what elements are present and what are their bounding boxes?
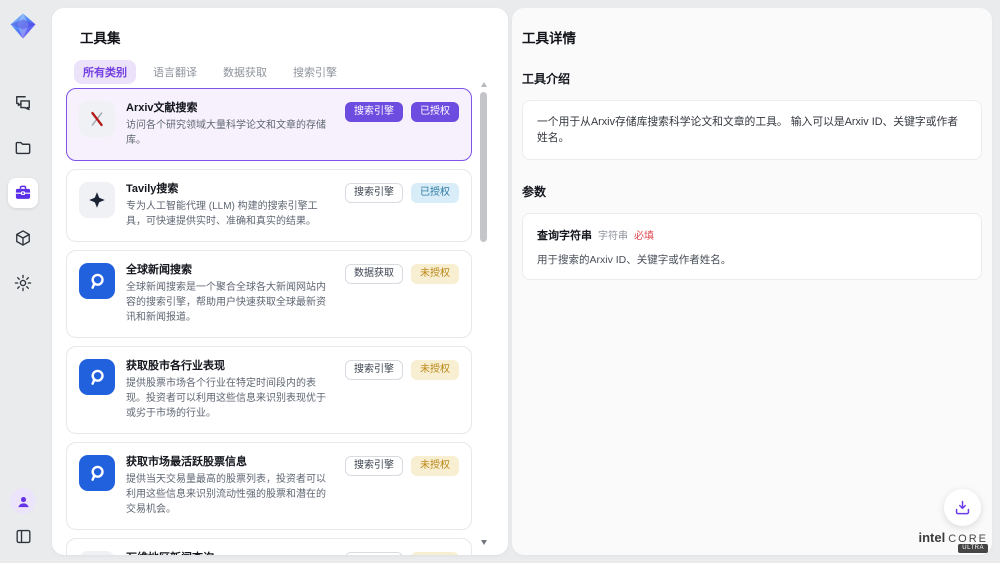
param-required-badge: 必填 bbox=[634, 231, 654, 242]
tool-name: Tavily搜索 bbox=[126, 182, 334, 196]
tool-name: 万维地区新闻查询 bbox=[126, 551, 334, 555]
tool-description: 专为人工智能代理 (LLM) 构建的搜索引擎工具，可快速提供实时、准确和真实的结… bbox=[126, 199, 334, 229]
toolbox-icon[interactable] bbox=[8, 178, 38, 208]
tool-name: 获取股市各行业表现 bbox=[126, 359, 334, 373]
auth-status-badge: 未授权 bbox=[411, 456, 459, 476]
param-description: 用于搜索的Arxiv ID、关键字或作者姓名。 bbox=[537, 252, 967, 267]
ultra-badge: Ultra bbox=[958, 544, 988, 553]
chat-icon[interactable] bbox=[8, 88, 38, 118]
intel-wordmark: intel bbox=[918, 530, 945, 545]
app-sidebar bbox=[0, 0, 46, 563]
list-scrollbar[interactable] bbox=[480, 82, 488, 545]
tool-card[interactable]: 获取市场最活跃股票信息 提供当天交易量最高的股票列表，投资者可以利用这些信息来识… bbox=[66, 442, 472, 530]
sidebar-bottom bbox=[10, 488, 36, 549]
panel-toggle-icon[interactable] bbox=[10, 523, 36, 549]
category-badge: 搜索引擎 bbox=[345, 456, 403, 476]
auth-status-badge: 已授权 bbox=[411, 183, 459, 203]
download-button[interactable] bbox=[944, 489, 981, 526]
news-search-icon bbox=[79, 263, 115, 299]
scrollbar-thumb[interactable] bbox=[480, 92, 487, 242]
category-badge: 搜索引擎 bbox=[345, 102, 403, 122]
user-avatar-icon[interactable] bbox=[10, 488, 36, 514]
param-name: 查询字符串 bbox=[537, 230, 592, 242]
details-panel: 工具详情 工具介绍 一个用于从Arxiv存储库搜索科学论文和文章的工具。 输入可… bbox=[512, 8, 992, 555]
intro-heading: 工具介绍 bbox=[522, 70, 992, 87]
settings-gear-icon[interactable] bbox=[8, 268, 38, 298]
tool-card[interactable]: Arxiv文献搜索 访问各个研究领域大量科学论文和文章的存储库。 搜索引擎 已授… bbox=[66, 88, 472, 161]
tool-card[interactable]: Tavily搜索 专为人工智能代理 (LLM) 构建的搜索引擎工具，可快速提供实… bbox=[66, 169, 472, 242]
category-badge: 数据获取 bbox=[345, 264, 403, 284]
tavily-star-icon bbox=[79, 182, 115, 218]
tool-name: 全球新闻搜索 bbox=[126, 263, 334, 277]
tool-intro-text: 一个用于从Arxiv存储库搜索科学论文和文章的工具。 输入可以是Arxiv ID… bbox=[522, 100, 982, 160]
newspaper-icon bbox=[79, 551, 115, 555]
tool-name: 获取市场最活跃股票信息 bbox=[126, 455, 334, 469]
folder-icon[interactable] bbox=[8, 133, 38, 163]
tool-card[interactable]: 获取股市各行业表现 提供股票市场各个行业在特定时间段内的表现。投资者可以利用这些… bbox=[66, 346, 472, 434]
cube-icon[interactable] bbox=[8, 223, 38, 253]
arxiv-icon bbox=[79, 101, 115, 137]
tab-1[interactable]: 语言翻译 bbox=[144, 60, 206, 84]
tab-2[interactable]: 数据获取 bbox=[214, 60, 276, 84]
category-badge: 搜索引擎 bbox=[345, 360, 403, 380]
auth-status-badge: 未授权 bbox=[411, 360, 459, 380]
tool-description: 全球新闻搜索是一个聚合全球各大新闻网站内容的搜索引擎，帮助用户快速获取全球最新资… bbox=[126, 280, 334, 325]
app-logo-gem bbox=[8, 11, 38, 41]
tool-description: 提供股票市场各个行业在特定时间段内的表现。投资者可以利用这些信息来识别表现优于或… bbox=[126, 376, 334, 421]
download-icon bbox=[953, 498, 972, 517]
tool-card-list: Arxiv文献搜索 访问各个研究领域大量科学论文和文章的存储库。 搜索引擎 已授… bbox=[66, 88, 472, 555]
scroll-up-arrow-icon[interactable] bbox=[481, 82, 487, 87]
tool-card[interactable]: 万维地区新闻查询 查询具体行政区划内的新闻，快速了解各地新闻动态。 搜索引擎 未… bbox=[66, 538, 472, 555]
category-badge: 搜索引擎 bbox=[345, 552, 403, 555]
tab-all-categories[interactable]: 所有类别 bbox=[74, 60, 136, 84]
auth-status-badge: 未授权 bbox=[411, 264, 459, 284]
intel-core-logo: intelcore Ultra bbox=[912, 529, 988, 547]
scroll-down-arrow-icon[interactable] bbox=[481, 540, 487, 545]
category-tabs: 所有类别语言翻译数据获取搜索引擎 bbox=[74, 60, 508, 84]
auth-status-badge: 已授权 bbox=[411, 102, 459, 122]
tool-name: Arxiv文献搜索 bbox=[126, 101, 334, 115]
tools-panel-title: 工具集 bbox=[80, 27, 508, 47]
active-stocks-icon bbox=[79, 455, 115, 491]
category-badge: 搜索引擎 bbox=[345, 183, 403, 203]
details-panel-title: 工具详情 bbox=[522, 27, 992, 47]
params-heading: 参数 bbox=[522, 183, 992, 200]
auth-status-badge: 未授权 bbox=[411, 552, 459, 555]
parameter-card: 查询字符串字符串必填 用于搜索的Arxiv ID、关键字或作者姓名。 bbox=[522, 213, 982, 280]
tool-description: 提供当天交易量最高的股票列表，投资者可以利用这些信息来识别流动性强的股票和潜在的… bbox=[126, 472, 334, 517]
tools-panel: 工具集 所有类别语言翻译数据获取搜索引擎 Arxiv文献搜索 访问各个研究领域大… bbox=[52, 8, 508, 555]
tool-description: 访问各个研究领域大量科学论文和文章的存储库。 bbox=[126, 118, 334, 148]
sidebar-nav bbox=[8, 88, 38, 298]
tool-card[interactable]: 全球新闻搜索 全球新闻搜索是一个聚合全球各大新闻网站内容的搜索引擎，帮助用户快速… bbox=[66, 250, 472, 338]
tab-3[interactable]: 搜索引擎 bbox=[284, 60, 346, 84]
param-type: 字符串 bbox=[598, 231, 628, 242]
stock-sector-icon bbox=[79, 359, 115, 395]
